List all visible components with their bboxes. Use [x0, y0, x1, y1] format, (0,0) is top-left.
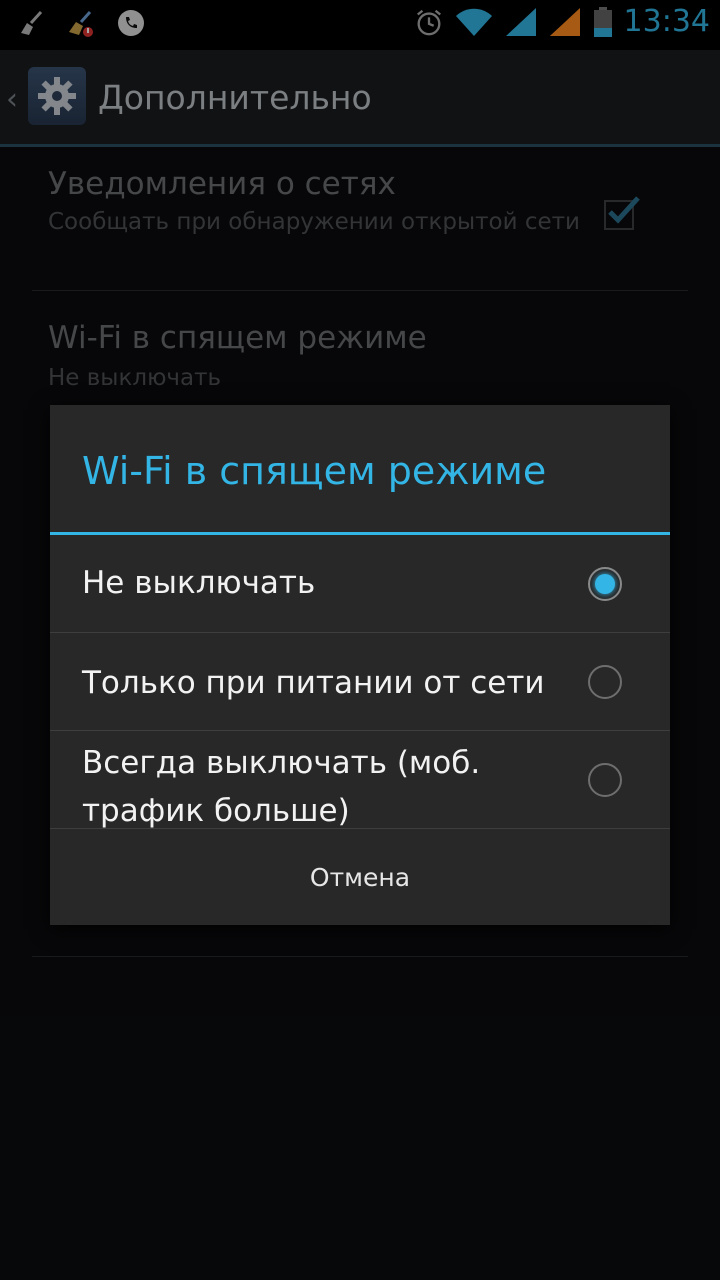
option-never-off[interactable]: Не выключать [50, 535, 670, 632]
wifi-sleep-dialog: Wi-Fi в спящем режиме Не выключать Тольк… [50, 405, 670, 925]
radio-button[interactable] [588, 567, 622, 601]
radio-button[interactable] [588, 763, 622, 797]
option-always-off[interactable]: Всегда выключать (моб. трафик больше) [50, 731, 670, 829]
option-label: Только при питании от сети [82, 665, 545, 701]
dialog-title: Wi-Fi в спящем режиме [82, 449, 547, 493]
cancel-button[interactable]: Отмена [50, 829, 670, 925]
option-label: Всегда выключать (моб. трафик больше) [82, 745, 481, 829]
option-label: Не выключать [82, 565, 316, 601]
option-only-when-charging[interactable]: Только при питании от сети [50, 633, 670, 730]
radio-button[interactable] [588, 665, 622, 699]
